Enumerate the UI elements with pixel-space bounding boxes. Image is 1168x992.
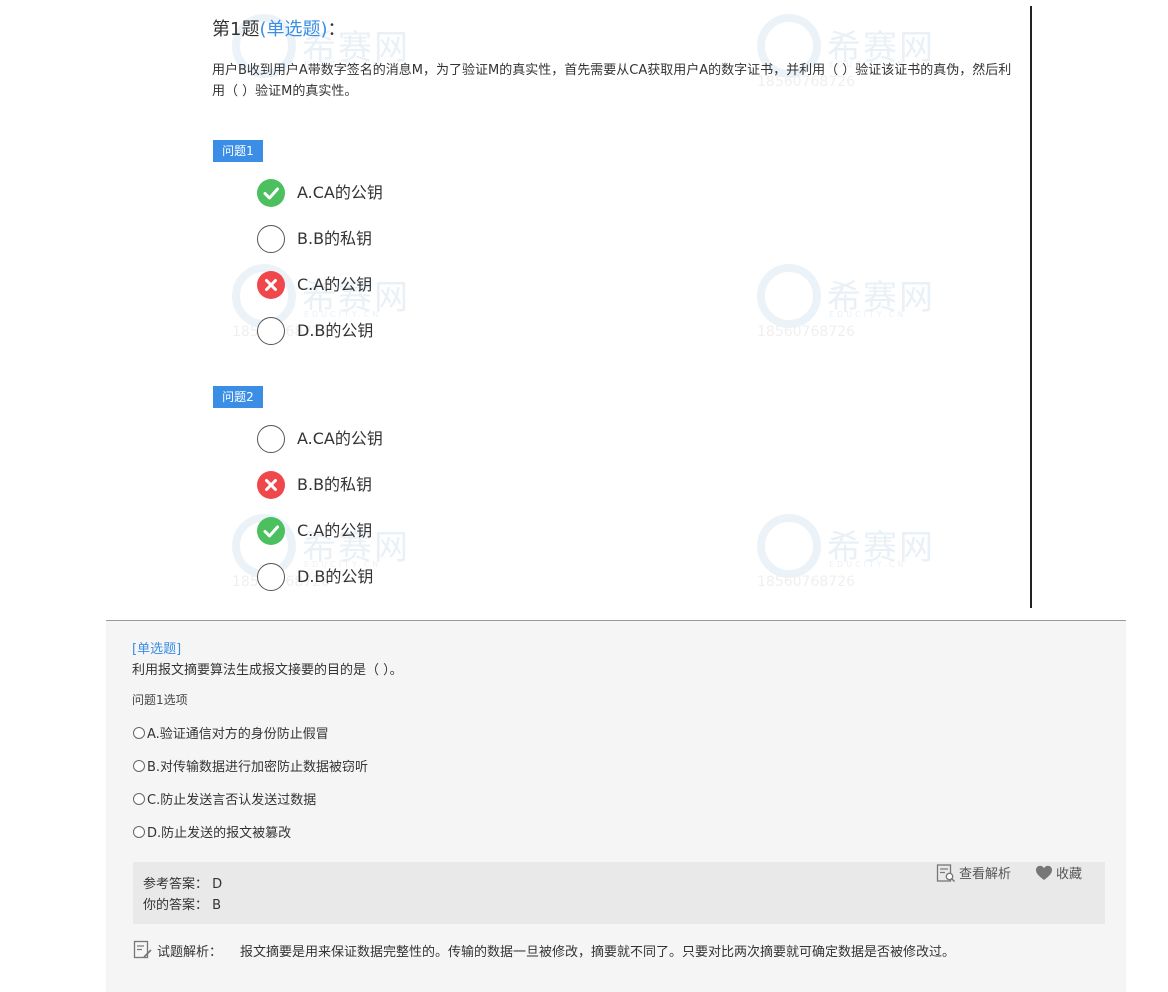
view-analysis-label: 查看解析 bbox=[959, 867, 1012, 882]
radio-icon[interactable] bbox=[133, 727, 145, 739]
favorite-label: 收藏 bbox=[1056, 867, 1083, 882]
panel-option[interactable]: C.防止发送言否认发送过数据 bbox=[133, 789, 316, 808]
reference-answer-value: D bbox=[212, 877, 223, 892]
watermark-en: EDUCITY.CN bbox=[829, 310, 907, 319]
watermark-name: 希赛网 bbox=[827, 528, 935, 568]
analysis-label: 试题解析： bbox=[157, 945, 223, 960]
view-analysis-button[interactable]: 查看解析 bbox=[936, 863, 1011, 883]
panel-question-text: 利用报文摘要算法生成报文接要的目的是（ ）。 bbox=[132, 663, 403, 678]
watermark-name: 希赛网 bbox=[827, 278, 935, 318]
educity-logo-icon bbox=[757, 514, 821, 578]
radio-empty-icon bbox=[257, 317, 285, 345]
subquestion-label: 问题1 bbox=[213, 140, 263, 162]
check-icon bbox=[257, 517, 285, 545]
analysis-text: 报文摘要是用来保证数据完整性的。传输的数据一旦被修改，摘要就不同了。只要对比两次… bbox=[240, 945, 956, 960]
panel-option[interactable]: B.对传输数据进行加密防止数据被窃听 bbox=[133, 756, 368, 775]
watermark-phone: 18560768726 bbox=[757, 574, 855, 590]
subquestion-label: 问题2 bbox=[213, 386, 263, 408]
note-edit-icon bbox=[133, 940, 152, 959]
heart-icon bbox=[1036, 865, 1052, 880]
panel-option-label: D.防止发送的报文被篡改 bbox=[147, 826, 292, 841]
cross-icon bbox=[257, 271, 285, 299]
radio-icon[interactable] bbox=[133, 793, 145, 805]
radio-empty-icon bbox=[257, 563, 285, 591]
watermark-phone: 18560768726 bbox=[757, 324, 855, 340]
panel-sub-label: 问题1选项 bbox=[132, 693, 188, 707]
reference-answer: 参考答案： D bbox=[143, 873, 222, 892]
analysis: 试题解析： 报文摘要是用来保证数据完整性的。传输的数据一旦被修改，摘要就不同了。只… bbox=[133, 940, 955, 960]
option-label: A.CA的公钥 bbox=[297, 183, 383, 202]
panel-option[interactable]: A.验证通信对方的身份防止假冒 bbox=[133, 723, 329, 742]
radio-icon[interactable] bbox=[133, 826, 145, 838]
option-label: D.B的公钥 bbox=[297, 567, 374, 586]
question-title: 第1题(单选题)： bbox=[212, 15, 346, 41]
question-number: 第1题 bbox=[212, 19, 260, 40]
radio-empty-icon bbox=[257, 425, 285, 453]
favorite-button[interactable]: 收藏 bbox=[1035, 863, 1082, 882]
panel-option-label: B.对传输数据进行加密防止数据被窃听 bbox=[147, 760, 369, 775]
your-answer: 你的答案： B bbox=[143, 894, 221, 913]
option-label: D.B的公钥 bbox=[297, 321, 374, 340]
watermark-en: EDUCITY.CN bbox=[829, 560, 907, 569]
panel-question-type: [单选题] bbox=[132, 642, 182, 657]
your-answer-label: 你的答案： bbox=[143, 898, 209, 913]
panel-option-label: A.验证通信对方的身份防止假冒 bbox=[147, 727, 329, 742]
check-icon bbox=[257, 179, 285, 207]
panel-option-label: C.防止发送言否认发送过数据 bbox=[147, 793, 317, 808]
educity-logo-icon bbox=[757, 264, 821, 328]
radio-empty-icon bbox=[257, 225, 285, 253]
option-label: B.B的私钥 bbox=[297, 475, 373, 494]
question-type: (单选题) bbox=[259, 19, 328, 40]
document-search-icon bbox=[936, 864, 956, 883]
option-label: A.CA的公钥 bbox=[297, 429, 383, 448]
option-label: C.A的公钥 bbox=[297, 275, 373, 294]
question-text: 用户B收到用户A带数字签名的消息M，为了验证M的真实性，首先需要从CA获取用户A… bbox=[212, 63, 1012, 99]
your-answer-value: B bbox=[212, 898, 222, 913]
question-colon: ： bbox=[327, 19, 346, 40]
option-label: C.A的公钥 bbox=[297, 521, 373, 540]
reference-answer-label: 参考答案： bbox=[143, 877, 209, 892]
vertical-divider bbox=[1030, 6, 1032, 608]
cross-icon bbox=[257, 471, 285, 499]
panel-option[interactable]: D.防止发送的报文被篡改 bbox=[133, 822, 291, 841]
radio-icon[interactable] bbox=[133, 760, 145, 772]
option-label: B.B的私钥 bbox=[297, 229, 373, 248]
